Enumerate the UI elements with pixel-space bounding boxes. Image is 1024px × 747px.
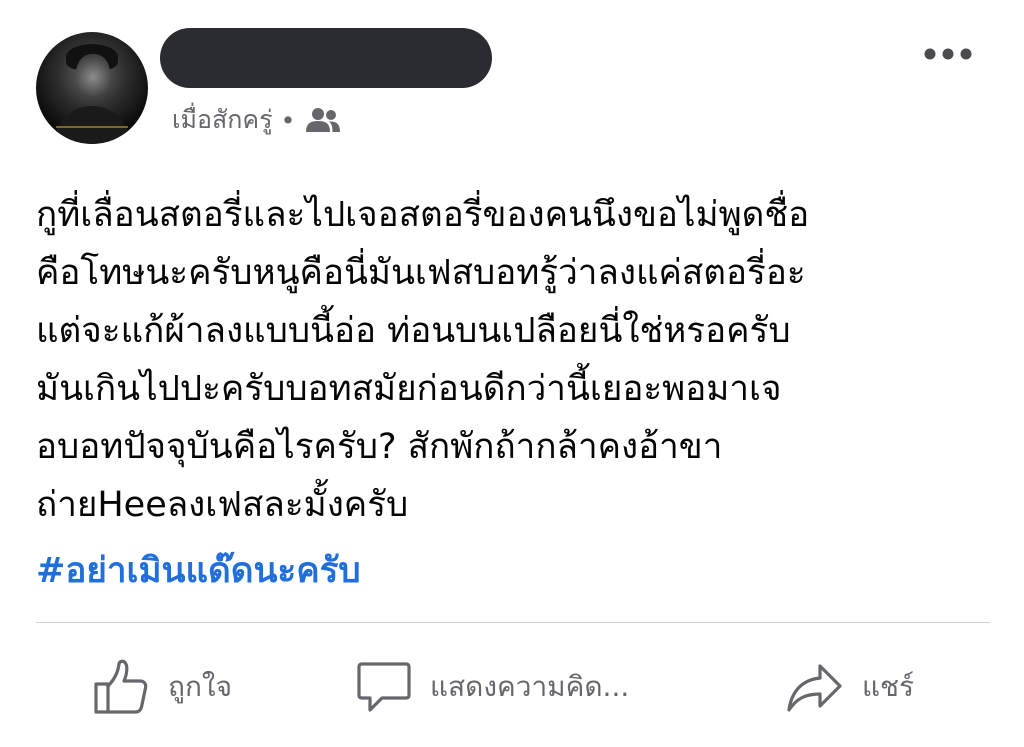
post-timestamp[interactable]: เมื่อสักครู่ — [172, 100, 273, 140]
action-bar: ถูกใจ แสดงความคิด... แชร์ — [0, 640, 1024, 740]
post-text: กูที่เลื่อนสตอรี่และไปเจอสตอรี่ของคนนึงข… — [36, 186, 996, 534]
share-button[interactable]: แชร์ — [786, 656, 914, 718]
thumbs-up-icon — [94, 659, 148, 714]
post-text-line: แต่จะแก้ผ้าลงแบบนี้อ่อ ท่อนบนเปลือยนี่ใช… — [36, 311, 791, 351]
post-text-line: อบอทปัจจุบันคือไรครับ? สักพักถ้ากล้าคงอ้… — [36, 427, 723, 467]
avatar-face — [76, 54, 110, 96]
like-button[interactable]: ถูกใจ — [92, 656, 232, 718]
like-label: ถูกใจ — [168, 670, 232, 703]
divider — [36, 622, 990, 623]
post-text-line: ถ่ายHeeลงเฟสละมั้งครับ — [36, 485, 409, 525]
comment-button[interactable]: แสดงความคิด... — [356, 656, 629, 718]
more-horizontal-icon[interactable] — [922, 44, 974, 64]
post-text-line: คือโทษนะครับหนูคือนี่มันเฟสบอทรู้ว่าลงแค… — [36, 253, 806, 293]
post-text-line: มันเกินไปปะครับบอทสมัยก่อนดีกว่านี้เยอะพ… — [36, 369, 782, 409]
post-text-line: กูที่เลื่อนสตอรี่และไปเจอสตอรี่ของคนนึงข… — [36, 195, 810, 235]
share-label: แชร์ — [862, 670, 915, 703]
avatar-shoulders — [54, 106, 130, 144]
facebook-post: เมื่อสักครู่ • กูที่เลื่อนสตอรี่และไปเจอ… — [0, 0, 1024, 747]
post-meta: เมื่อสักครู่ • — [172, 102, 341, 138]
friends-icon[interactable] — [305, 106, 341, 134]
author-name-redacted[interactable] — [160, 28, 492, 88]
hashtag-link[interactable]: #อย่าเมินแด๊ดนะครับ — [36, 542, 361, 600]
avatar[interactable] — [36, 32, 148, 144]
meta-separator: • — [280, 105, 296, 135]
share-arrow-icon — [787, 664, 842, 712]
comment-bubble-icon — [357, 662, 411, 712]
comment-label: แสดงความคิด... — [430, 670, 630, 703]
avatar-caption — [56, 126, 128, 128]
